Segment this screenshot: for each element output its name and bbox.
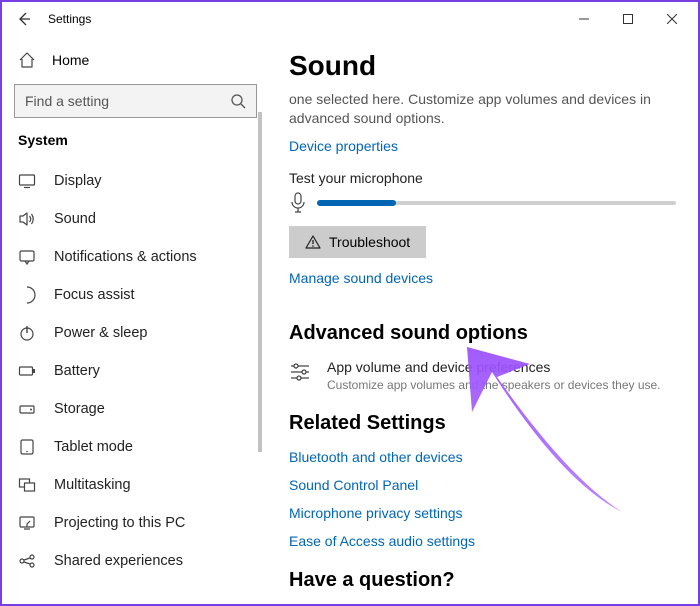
home-icon	[18, 51, 36, 69]
nav-label: Storage	[54, 401, 105, 417]
adv-item-sub: Customize app volumes and the speakers o…	[327, 378, 661, 392]
sidebar-item-battery[interactable]: Battery	[12, 352, 257, 390]
nav-label: Sound	[54, 211, 96, 227]
advanced-heading: Advanced sound options	[289, 322, 676, 345]
settings-window: Settings Home System	[0, 0, 700, 606]
projecting-icon	[18, 514, 36, 532]
close-button[interactable]	[650, 14, 694, 24]
nav-label: Focus assist	[54, 287, 135, 303]
sidebar-item-power-sleep[interactable]: Power & sleep	[12, 314, 257, 352]
storage-icon	[18, 400, 36, 418]
nav-list: Display Sound Notifications & actions Fo…	[12, 162, 259, 604]
power-icon	[18, 324, 36, 342]
adv-item-title: App volume and device preferences	[327, 359, 661, 375]
sidebar-scrollbar[interactable]	[258, 112, 262, 598]
sidebar-item-tablet-mode[interactable]: Tablet mode	[12, 428, 257, 466]
manage-sound-devices-link[interactable]: Manage sound devices	[289, 270, 433, 286]
shared-experiences-icon	[18, 552, 36, 570]
multitasking-icon	[18, 476, 36, 494]
microphone-icon	[289, 192, 307, 214]
sidebar-item-display[interactable]: Display	[12, 162, 257, 200]
mic-level-bar	[317, 201, 676, 205]
warning-icon	[305, 234, 321, 250]
sidebar-item-sound[interactable]: Sound	[12, 200, 257, 238]
nav-label: Battery	[54, 363, 100, 379]
app-title: Settings	[48, 12, 91, 26]
related-heading: Related Settings	[289, 412, 676, 435]
page-title: Sound	[289, 50, 676, 82]
related-link-ease-of-access-audio[interactable]: Ease of Access audio settings	[289, 533, 676, 549]
content-area: Sound one selected here. Customize app v…	[267, 36, 698, 604]
back-button[interactable]	[6, 2, 42, 36]
notifications-icon	[18, 248, 36, 266]
search-field-wrap[interactable]	[14, 84, 257, 118]
sidebar-item-multitasking[interactable]: Multitasking	[12, 466, 257, 504]
sidebar-item-storage[interactable]: Storage	[12, 390, 257, 428]
focus-assist-icon	[18, 286, 36, 304]
mic-level-fill	[317, 200, 396, 206]
sidebar-item-projecting[interactable]: Projecting to this PC	[12, 504, 257, 542]
nav-label: Display	[54, 173, 102, 189]
tablet-icon	[18, 438, 36, 456]
related-link-bluetooth[interactable]: Bluetooth and other devices	[289, 449, 676, 465]
device-properties-link[interactable]: Device properties	[289, 138, 398, 154]
nav-label: Multitasking	[54, 477, 131, 493]
category-title: System	[18, 132, 253, 148]
nav-label: Notifications & actions	[54, 249, 197, 265]
sidebar-item-focus-assist[interactable]: Focus assist	[12, 276, 257, 314]
minimize-button[interactable]	[562, 14, 606, 24]
sliders-icon	[289, 361, 311, 383]
home-label: Home	[52, 52, 89, 68]
window-titlebar: Settings	[2, 2, 698, 36]
test-mic-label: Test your microphone	[289, 170, 676, 186]
home-button[interactable]: Home	[12, 42, 259, 78]
troubleshoot-button[interactable]: Troubleshoot	[289, 226, 426, 258]
search-icon	[230, 93, 246, 109]
question-heading: Have a question?	[289, 569, 676, 592]
page-desc: one selected here. Customize app volumes…	[289, 90, 676, 128]
nav-label: Power & sleep	[54, 325, 148, 341]
mic-level-row	[289, 192, 676, 214]
battery-icon	[18, 362, 36, 380]
related-link-sound-control-panel[interactable]: Sound Control Panel	[289, 477, 676, 493]
nav-label: Shared experiences	[54, 553, 183, 569]
related-link-mic-privacy[interactable]: Microphone privacy settings	[289, 505, 676, 521]
nav-label: Tablet mode	[54, 439, 133, 455]
sidebar-item-shared-experiences[interactable]: Shared experiences	[12, 542, 257, 580]
sidebar: Home System Display Sound	[2, 36, 267, 604]
maximize-button[interactable]	[606, 14, 650, 24]
display-icon	[18, 172, 36, 190]
app-volume-preferences[interactable]: App volume and device preferences Custom…	[289, 359, 676, 392]
sidebar-scrollbar-thumb[interactable]	[258, 112, 262, 452]
troubleshoot-label: Troubleshoot	[329, 234, 410, 250]
nav-label: Projecting to this PC	[54, 515, 185, 531]
search-input[interactable]	[25, 93, 230, 109]
sound-icon	[18, 210, 36, 228]
sidebar-item-notifications[interactable]: Notifications & actions	[12, 238, 257, 276]
